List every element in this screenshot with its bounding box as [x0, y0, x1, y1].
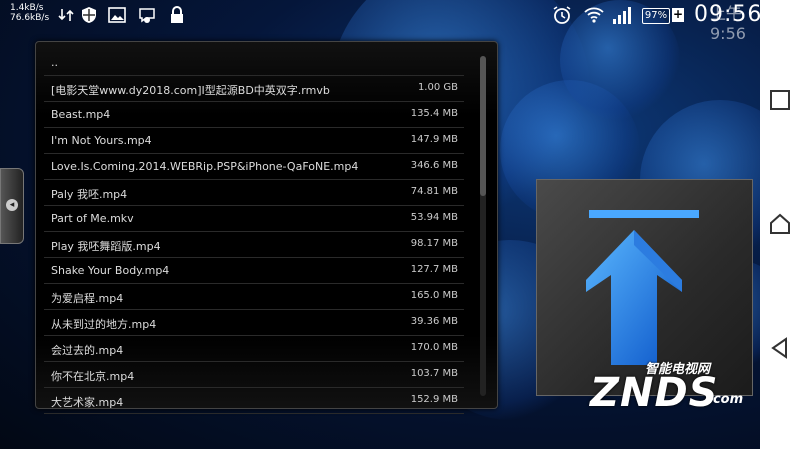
parent-directory-row[interactable]: ..: [44, 50, 464, 76]
signal-icon: [613, 7, 631, 24]
file-browser-panel: .. [电影天堂www.dy2018.com]I型起源BD中英双字.rmvb 1.…: [35, 41, 498, 414]
file-row[interactable]: 从未到过的地方.mp4 39.36 MB: [44, 310, 464, 336]
file-name: I'm Not Yours.mp4: [51, 134, 152, 147]
file-row[interactable]: Play 我呸舞蹈版.mp4 98.17 MB: [44, 232, 464, 258]
file-row[interactable]: 大艺术家.mp4 152.9 MB: [44, 388, 464, 414]
file-row[interactable]: 会过去的.mp4 170.0 MB: [44, 336, 464, 362]
side-menu-icon: ◂: [6, 199, 18, 211]
file-row[interactable]: Love.Is.Coming.2014.WEBRip.PSP&iPhone-Qa…: [44, 154, 464, 180]
file-name: 会过去的.mp4: [51, 344, 124, 357]
file-size: 74.81 MB: [410, 186, 458, 197]
download-arrows-icon: [58, 9, 74, 21]
shield-icon: [82, 7, 96, 23]
back-icon[interactable]: [768, 336, 792, 360]
chat-icon: [139, 8, 155, 23]
watermark-en: ZNDS: [590, 370, 719, 416]
file-size: 346.6 MB: [410, 160, 458, 171]
file-name: [电影天堂www.dy2018.com]I型起源BD中英双字.rmvb: [51, 84, 330, 97]
navigation-bar: [760, 0, 800, 449]
upload-speed: 1.4kB/s: [10, 3, 44, 13]
network-speed: 1.4kB/s 76.6kB/s: [10, 3, 49, 23]
file-size: 135.4 MB: [410, 108, 458, 119]
file-row[interactable]: Part of Me.mkv 53.94 MB: [44, 206, 464, 232]
scrollbar[interactable]: [480, 56, 486, 396]
download-speed: 76.6kB/s: [10, 13, 50, 23]
parent-directory-label: ..: [51, 56, 58, 69]
file-name: Shake Your Body.mp4: [51, 264, 170, 277]
file-name: Beast.mp4: [51, 108, 111, 121]
battery-icon: 97%: [642, 8, 670, 24]
file-name: 为爱启程.mp4: [51, 292, 124, 305]
file-row[interactable]: I'm Not Yours.mp4 147.9 MB: [44, 128, 464, 154]
file-size: 147.9 MB: [410, 134, 458, 145]
file-name: 大艺术家.mp4: [51, 396, 124, 409]
file-name: 从未到过的地方.mp4: [51, 318, 157, 331]
file-list: .. [电影天堂www.dy2018.com]I型起源BD中英双字.rmvb 1.…: [44, 50, 464, 414]
file-row[interactable]: Beast.mp4 135.4 MB: [44, 102, 464, 128]
file-row[interactable]: 为爱启程.mp4 165.0 MB: [44, 284, 464, 310]
file-size: 53.94 MB: [410, 212, 458, 223]
file-row[interactable]: Shake Your Body.mp4 127.7 MB: [44, 258, 464, 284]
wifi-icon: [584, 7, 604, 23]
file-row[interactable]: [电影天堂www.dy2018.com]I型起源BD中英双字.rmvb 1.00 …: [44, 76, 464, 102]
file-row[interactable]: Paly 我呸.mp4 74.81 MB: [44, 180, 464, 206]
watermark-logo: 智能电视网 ZNDS .com: [590, 350, 760, 420]
recent-apps-icon[interactable]: [768, 88, 792, 112]
file-name: Part of Me.mkv: [51, 212, 134, 225]
file-name: Love.Is.Coming.2014.WEBRip.PSP&iPhone-Qa…: [51, 160, 359, 173]
watermark-suffix: .com: [708, 392, 744, 407]
charging-indicator: +: [672, 7, 684, 22]
file-size: 103.7 MB: [410, 368, 458, 379]
status-bar: 1.4kB/s 76.6kB/s 97% + 上午9:56 09:56: [0, 0, 763, 43]
file-size: 39.36 MB: [410, 316, 458, 327]
file-name: Paly 我呸.mp4: [51, 188, 128, 201]
scrollbar-thumb[interactable]: [480, 56, 486, 196]
file-size: 170.0 MB: [410, 342, 458, 353]
file-size: 98.17 MB: [410, 238, 458, 249]
file-size: 127.7 MB: [410, 264, 458, 275]
file-size: 152.9 MB: [410, 394, 458, 405]
file-size: 165.0 MB: [410, 290, 458, 301]
file-size: 1.00 GB: [417, 82, 458, 93]
alarm-icon: [553, 6, 571, 24]
image-icon: [108, 7, 126, 23]
file-row[interactable]: 你不在北京.mp4 103.7 MB: [44, 362, 464, 388]
file-name: 你不在北京.mp4: [51, 370, 135, 383]
clock: 09:56: [694, 2, 763, 27]
home-icon[interactable]: [768, 212, 792, 236]
file-name: Play 我呸舞蹈版.mp4: [51, 240, 161, 253]
lock-icon: [171, 6, 183, 23]
side-menu-tab[interactable]: ◂: [0, 168, 24, 244]
